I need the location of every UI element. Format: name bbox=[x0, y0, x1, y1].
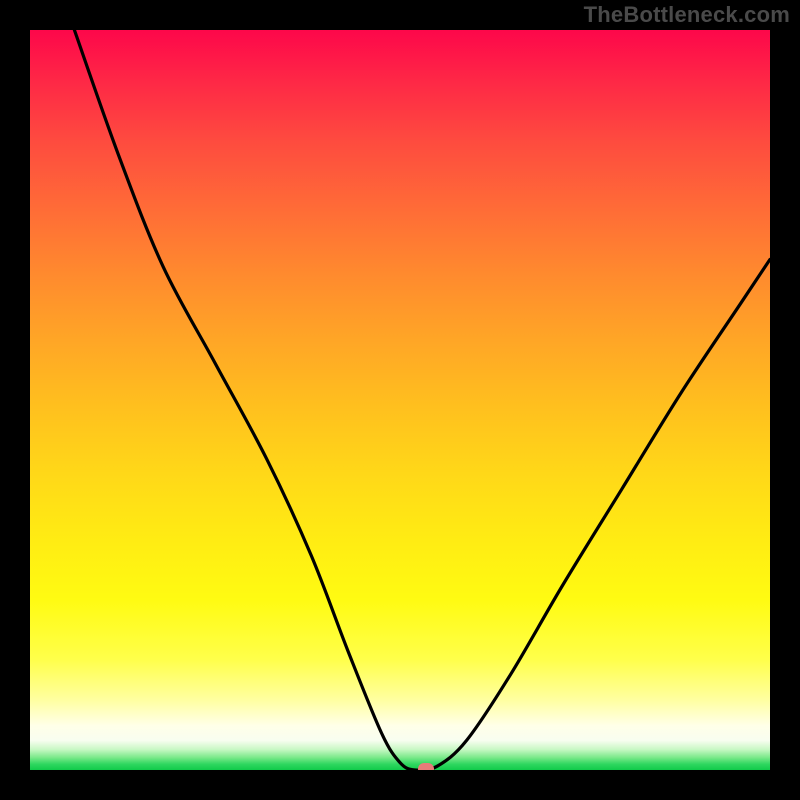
plot-area bbox=[30, 30, 770, 770]
watermark-text: TheBottleneck.com bbox=[584, 2, 790, 28]
optimum-marker bbox=[418, 763, 434, 770]
bottleneck-curve bbox=[30, 30, 770, 770]
chart-frame: TheBottleneck.com bbox=[0, 0, 800, 800]
